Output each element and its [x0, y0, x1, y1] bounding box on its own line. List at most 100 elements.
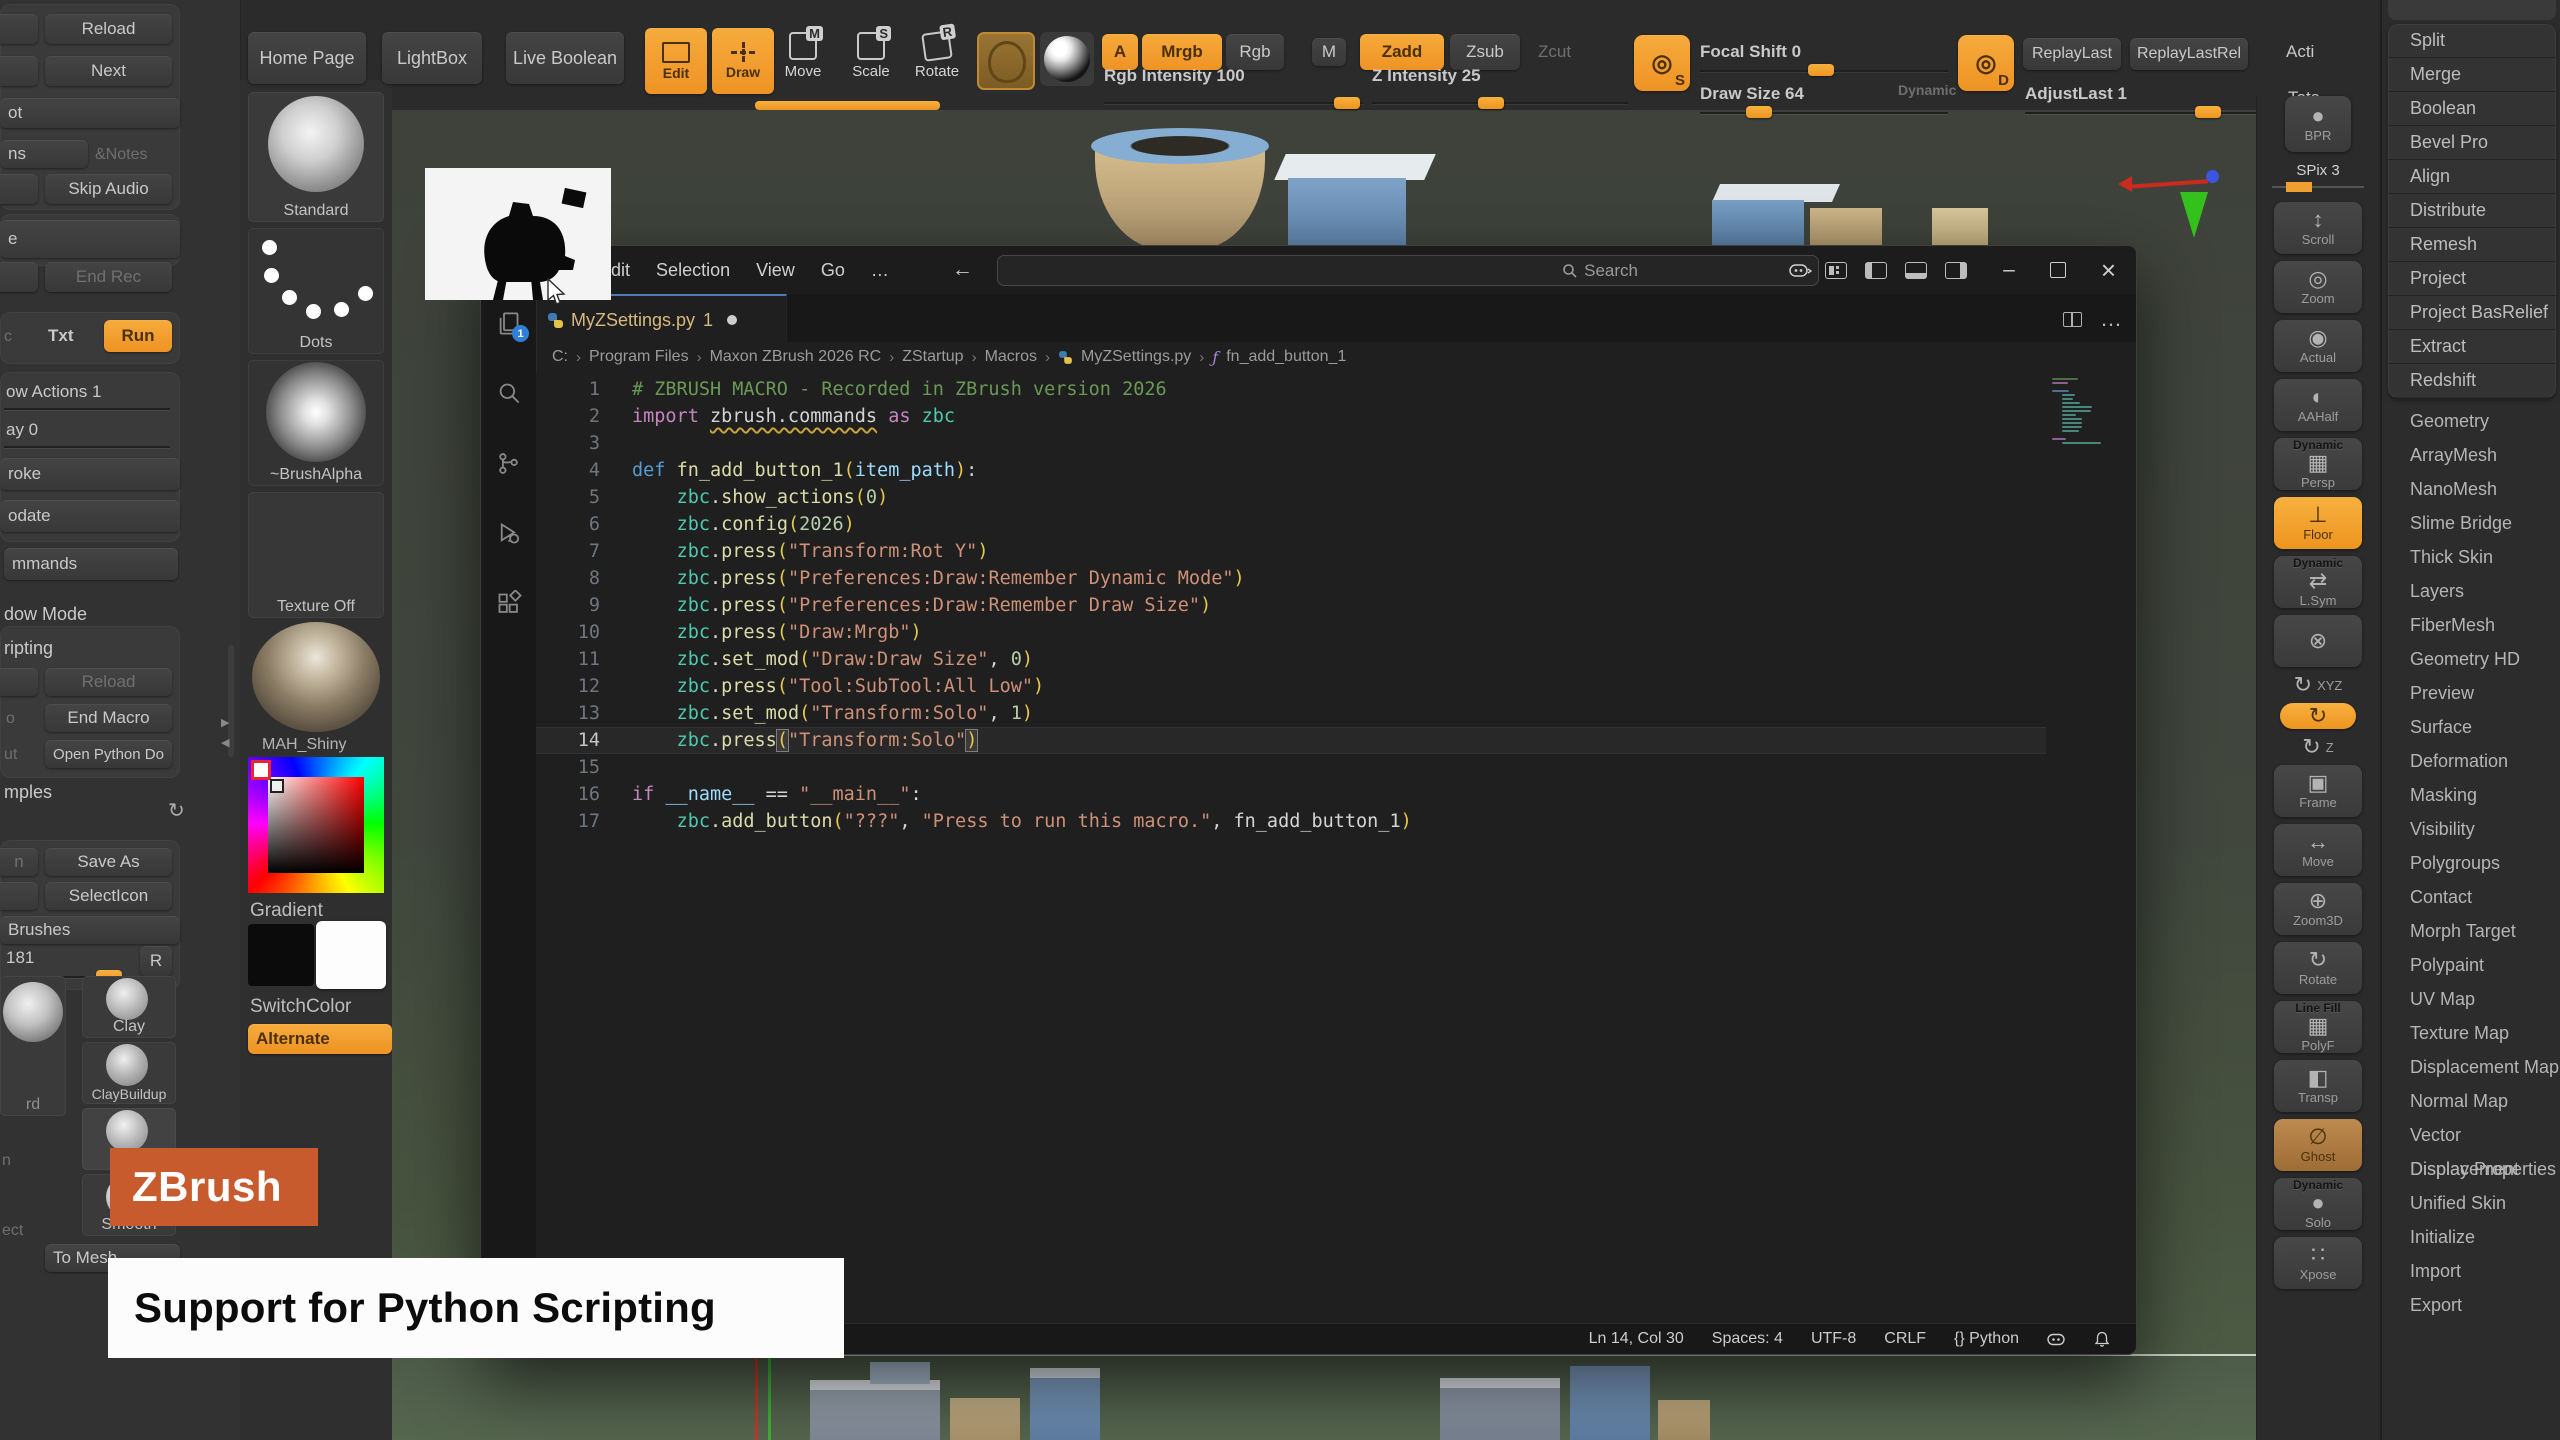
- gizmo-y-arrow[interactable]: [2180, 192, 2208, 238]
- a-toggle[interactable]: A: [1102, 34, 1138, 70]
- code-line-14[interactable]: 14 zbc.press("Transform:Solo"): [536, 727, 2046, 754]
- update-button[interactable]: odate: [0, 500, 180, 532]
- code-line-2[interactable]: 2import zbrush.commands as zbc: [536, 403, 2046, 430]
- script-reload-button[interactable]: Reload: [45, 668, 172, 696]
- tool-brush-standard[interactable]: Standard: [248, 92, 384, 222]
- alternate-button[interactable]: Alternate: [248, 1024, 392, 1054]
- breadcrumb[interactable]: C: › Program Files › Maxon ZBrush 2026 R…: [536, 342, 2136, 372]
- slider-track[interactable]: [1700, 112, 1948, 114]
- panel-action-row[interactable]: Extract: [2388, 330, 2556, 364]
- tray-stub-button[interactable]: [0, 262, 38, 292]
- shelf-button[interactable]: Dynamic ● Solo: [2274, 1178, 2362, 1230]
- select-icon-button[interactable]: SelectIcon: [45, 882, 172, 910]
- subpalette-row[interactable]: Initialize: [2382, 1220, 2560, 1254]
- subpalette-row[interactable]: Export: [2382, 1288, 2560, 1322]
- current-brush-button[interactable]: [977, 32, 1035, 90]
- shelf-button[interactable]: SPix 3: [2274, 159, 2362, 195]
- shelf-button[interactable]: ◧ Transp: [2274, 1060, 2362, 1112]
- shelf-button[interactable]: Line Fill ▦ PolyF: [2274, 1001, 2362, 1053]
- subpalette-row[interactable]: Preview: [2382, 676, 2560, 710]
- code-line-11[interactable]: 11 zbc.set_mod("Draw:Draw Size", 0): [536, 646, 2046, 673]
- shelf-button[interactable]: ↻ XYZ: [2274, 674, 2362, 696]
- current-material-button[interactable]: [1040, 32, 1094, 86]
- slider-track[interactable]: [4, 446, 170, 448]
- tray-stub-button[interactable]: n: [0, 848, 38, 876]
- replay-last-button[interactable]: ReplayLast: [2023, 38, 2121, 70]
- subpalette-row[interactable]: Vector Displacement: [2382, 1118, 2560, 1152]
- code-line-4[interactable]: 4def fn_add_button_1(item_path):: [536, 457, 2046, 484]
- shelf-button[interactable]: ↻ Rotate: [2274, 942, 2362, 994]
- z-intensity-slider[interactable]: Z Intensity 25: [1372, 66, 1481, 86]
- main-color-swatch[interactable]: [248, 924, 314, 986]
- shelf-button[interactable]: ↻: [2280, 703, 2356, 729]
- gradient-label[interactable]: Gradient: [250, 900, 323, 922]
- subpalette-row[interactable]: Masking: [2382, 778, 2560, 812]
- panel-action-row[interactable]: Merge: [2388, 58, 2556, 92]
- adjust-icon-button[interactable]: ◎ D: [1958, 35, 2014, 91]
- reload-button[interactable]: Reload: [45, 14, 172, 44]
- code-line-8[interactable]: 8 zbc.press("Preferences:Draw:Remember D…: [536, 565, 2046, 592]
- show-actions-slider[interactable]: ow Actions 1: [6, 382, 101, 402]
- shelf-button[interactable]: ↕ Scroll: [2274, 202, 2362, 254]
- panel-action-row[interactable]: Redshift Properties: [2388, 364, 2556, 398]
- code-line-12[interactable]: 12 zbc.press("Tool:SubTool:All Low"): [536, 673, 2046, 700]
- explorer-icon[interactable]: 1: [495, 310, 522, 337]
- code-line-7[interactable]: 7 zbc.press("Transform:Rot Y"): [536, 538, 2046, 565]
- subpalette-row[interactable]: Thick Skin: [2382, 540, 2560, 574]
- shelf-button[interactable]: ▣ Frame: [2274, 765, 2362, 817]
- tray-stub-button[interactable]: [0, 14, 38, 44]
- slider-track[interactable]: [1104, 102, 1364, 104]
- subpalette-row[interactable]: Import: [2382, 1254, 2560, 1288]
- minimap[interactable]: [2052, 378, 2118, 446]
- panel-action-row[interactable]: Align: [2388, 160, 2556, 194]
- close-button[interactable]: ×: [2088, 255, 2136, 286]
- crumb-macros[interactable]: Macros: [985, 348, 1037, 366]
- status-eol[interactable]: CRLF: [1884, 1330, 1926, 1348]
- crumb-function[interactable]: fn_add_button_1: [1226, 348, 1346, 366]
- draw-size-icon-button[interactable]: ◎ S: [1634, 35, 1690, 91]
- zadd-toggle[interactable]: Zadd: [1360, 34, 1444, 70]
- minimize-button[interactable]: –: [1990, 258, 2028, 282]
- customize-layout-icon[interactable]: [1825, 262, 1847, 279]
- tray-stub-button[interactable]: [0, 174, 38, 204]
- brush-count-slider[interactable]: 181: [6, 948, 34, 968]
- shelf-button[interactable]: ⊥ Floor: [2274, 497, 2362, 549]
- tool-alpha[interactable]: ~BrushAlpha: [248, 360, 384, 486]
- extensions-icon[interactable]: [495, 590, 522, 617]
- subpalette-row[interactable]: Slime Bridge: [2382, 506, 2560, 540]
- code-line-6[interactable]: 6 zbc.config(2026): [536, 511, 2046, 538]
- more-actions-icon[interactable]: …: [2100, 306, 2122, 332]
- code-line-15[interactable]: 15: [536, 754, 2046, 781]
- ns-button[interactable]: ns: [0, 140, 88, 168]
- shelf-button[interactable]: Dynamic ⇄ L.Sym: [2274, 556, 2362, 608]
- gizmo-x-axis[interactable]: [2128, 179, 2208, 189]
- subpalette-row[interactable]: Texture Map: [2382, 1016, 2560, 1050]
- dynamic-label[interactable]: Dynamic: [1898, 82, 1956, 98]
- home-page-button[interactable]: Home Page: [248, 32, 366, 84]
- delay-slider[interactable]: ay 0: [6, 420, 38, 440]
- zsub-toggle[interactable]: Zsub: [1450, 34, 1520, 70]
- code-line-5[interactable]: 5 zbc.show_actions(0): [536, 484, 2046, 511]
- live-boolean-button[interactable]: Live Boolean: [506, 32, 624, 84]
- edit-button[interactable]: Edit: [645, 28, 707, 94]
- slider-handle[interactable]: [1334, 97, 1360, 109]
- slider-handle[interactable]: [1746, 106, 1772, 118]
- vscode-titlebar[interactable]: File Edit Selection View Go … ← → Search…: [481, 246, 2136, 294]
- notifications-bell-icon[interactable]: [2094, 1331, 2110, 1348]
- editor[interactable]: 1# ZBRUSH MACRO - Recorded in ZBrush ver…: [536, 372, 2136, 1324]
- menu-view[interactable]: View: [743, 254, 808, 287]
- refresh-icon[interactable]: ↻: [168, 798, 185, 823]
- secondary-color-swatch[interactable]: [316, 921, 386, 989]
- shelf-button[interactable]: Dynamic ▦ Persp: [2274, 438, 2362, 490]
- subpalette-row[interactable]: Displacement Map: [2382, 1050, 2560, 1084]
- source-control-icon[interactable]: [495, 450, 522, 477]
- commands-button[interactable]: mmands: [4, 548, 178, 580]
- slider-track[interactable]: [2025, 112, 2290, 114]
- code-line-16[interactable]: 16if __name__ == "__main__":: [536, 781, 2046, 808]
- tray-stub-button[interactable]: [0, 882, 38, 910]
- crumb-file[interactable]: MyZSettings.py: [1081, 348, 1191, 366]
- menu-go[interactable]: Go: [808, 254, 858, 287]
- toggle-panel-icon[interactable]: [1905, 262, 1927, 279]
- subpalette-row[interactable]: NanoMesh: [2382, 472, 2560, 506]
- panel-action-row[interactable]: Bevel Pro: [2388, 126, 2556, 160]
